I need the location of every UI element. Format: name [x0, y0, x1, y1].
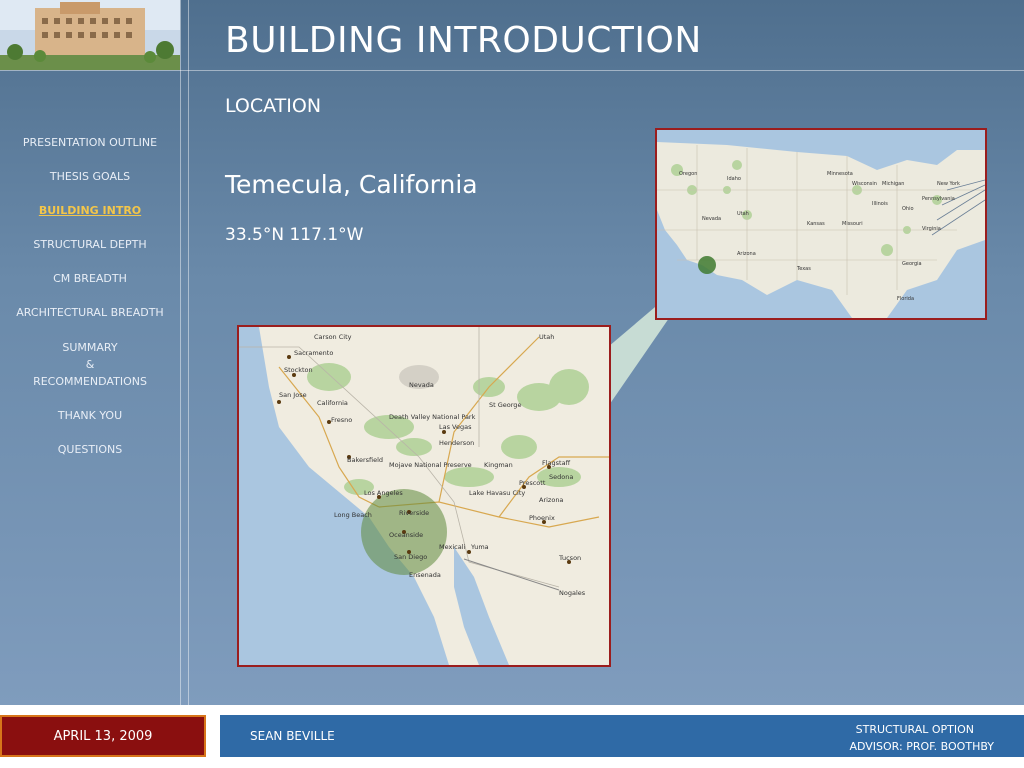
map-label: Georgia: [902, 261, 922, 267]
map-label: Illinois: [872, 201, 888, 207]
map-label: Oregon: [679, 171, 697, 177]
map-label: Mojave National Preserve: [389, 461, 472, 469]
nav-item-structural-depth[interactable]: STRUCTURAL DEPTH: [0, 236, 180, 253]
nav-item-summary-recommendations[interactable]: SUMMARY & RECOMMENDATIONS: [0, 339, 180, 390]
map-label: Florida: [897, 296, 914, 302]
nav-label: QUESTIONS: [57, 443, 123, 456]
map-label: Nogales: [559, 589, 586, 597]
nav-label: STRUCTURAL DEPTH: [33, 238, 147, 251]
map-label: Riverside: [399, 509, 429, 517]
map-label: San Diego: [394, 553, 427, 561]
map-label: Idaho: [727, 176, 741, 182]
map-label: Ensenada: [409, 571, 441, 579]
nav-item-building-intro[interactable]: BUILDING INTRO: [0, 202, 180, 219]
map-label: Missouri: [842, 221, 863, 227]
map-label: Michigan: [882, 181, 904, 187]
nav-label-line: &: [85, 358, 95, 371]
location-city: Temecula, California: [225, 170, 478, 199]
map-label: Yuma: [470, 543, 489, 551]
map-label: Prescott: [519, 479, 546, 487]
nav-item-thesis-goals[interactable]: THESIS GOALS: [0, 168, 180, 185]
map-label: California: [317, 399, 348, 407]
map-label: Sedona: [549, 473, 573, 481]
map-label: Texas: [796, 266, 811, 272]
sidebar-divider-2: [188, 0, 189, 705]
map-label: Mexicali: [439, 543, 466, 551]
building-thumbnail: [0, 0, 180, 70]
map-label: Bakersfield: [347, 456, 383, 464]
slide-title: BUILDING INTRODUCTION: [225, 20, 702, 61]
map-label: Nevada: [702, 216, 721, 222]
nav-item-presentation-outline[interactable]: PRESENTATION OUTLINE: [0, 134, 180, 151]
nav-label: PRESENTATION OUTLINE: [22, 136, 158, 149]
map-label: Ohio: [902, 206, 914, 212]
map-label: Long Beach: [334, 511, 372, 519]
header-divider: [0, 70, 1024, 71]
map-label: Las Vegas: [439, 423, 472, 431]
map-label: New York: [937, 181, 960, 187]
map-label: Virginia: [922, 226, 941, 232]
location-coords: 33.5°N 117.1°W: [225, 225, 364, 245]
nav-item-architectural-breadth[interactable]: ARCHITECTURAL BREADTH: [0, 304, 180, 321]
nav-label: THESIS GOALS: [49, 170, 131, 183]
map-label: Fresno: [331, 416, 352, 424]
nav-item-cm-breadth[interactable]: CM BREADTH: [0, 270, 180, 287]
nav-item-questions[interactable]: QUESTIONS: [0, 441, 180, 458]
map-label: St George: [489, 401, 521, 409]
map-label: Death Valley National Park: [389, 413, 476, 421]
map-label: Oceanside: [389, 531, 423, 539]
nav-label-line: RECOMMENDATIONS: [33, 375, 147, 388]
map-label: Henderson: [439, 439, 474, 447]
map-label: Wisconsin: [852, 181, 877, 187]
nav-item-thank-you[interactable]: THANK YOU: [0, 407, 180, 424]
footer-date: APRIL 13, 2009: [0, 715, 206, 757]
map-label: Tucson: [558, 554, 581, 562]
map-label: Arizona: [539, 496, 563, 504]
map-label: Lake Havasu City: [469, 489, 525, 497]
map-label: Arizona: [737, 251, 756, 257]
usa-map: Oregon Idaho Nevada Utah Arizona Texas K…: [655, 128, 987, 320]
nav-label: BUILDING INTRO: [38, 204, 142, 217]
map-label: Phoenix: [529, 514, 555, 522]
sidebar-divider-1: [180, 0, 181, 705]
map-label: Los Angeles: [364, 489, 403, 497]
map-label: Nevada: [409, 381, 434, 389]
map-label: Pennsylvania: [922, 196, 955, 202]
map-label: Utah: [539, 333, 554, 341]
footer-option: STRUCTURAL OPTION: [855, 723, 974, 736]
nav-label: ARCHITECTURAL BREADTH: [16, 306, 164, 319]
footer-author: SEAN BEVILLE: [250, 729, 335, 743]
regional-map: Sacramento Stockton San Jose Fresno Cali…: [237, 325, 611, 667]
map-label: Carson City: [314, 333, 352, 341]
map-label: Minnesota: [827, 171, 853, 177]
map-label: Utah: [737, 211, 749, 217]
map-label: San Jose: [279, 391, 307, 399]
footer-advisor: ADVISOR: PROF. BOOTHBY: [849, 740, 994, 753]
slide-canvas: BUILDING INTRODUCTION LOCATION Temecula,…: [0, 0, 1024, 705]
map-label: Flagstaff: [542, 459, 571, 467]
nav-label-line: SUMMARY: [62, 341, 118, 354]
map-label: Sacramento: [294, 349, 333, 357]
map-label: Stockton: [284, 366, 313, 374]
map-label: Kingman: [484, 461, 513, 469]
map-label: Kansas: [807, 221, 825, 227]
nav-label: THANK YOU: [57, 409, 123, 422]
nav-label: CM BREADTH: [53, 272, 127, 285]
slide-subtitle: LOCATION: [225, 95, 322, 117]
